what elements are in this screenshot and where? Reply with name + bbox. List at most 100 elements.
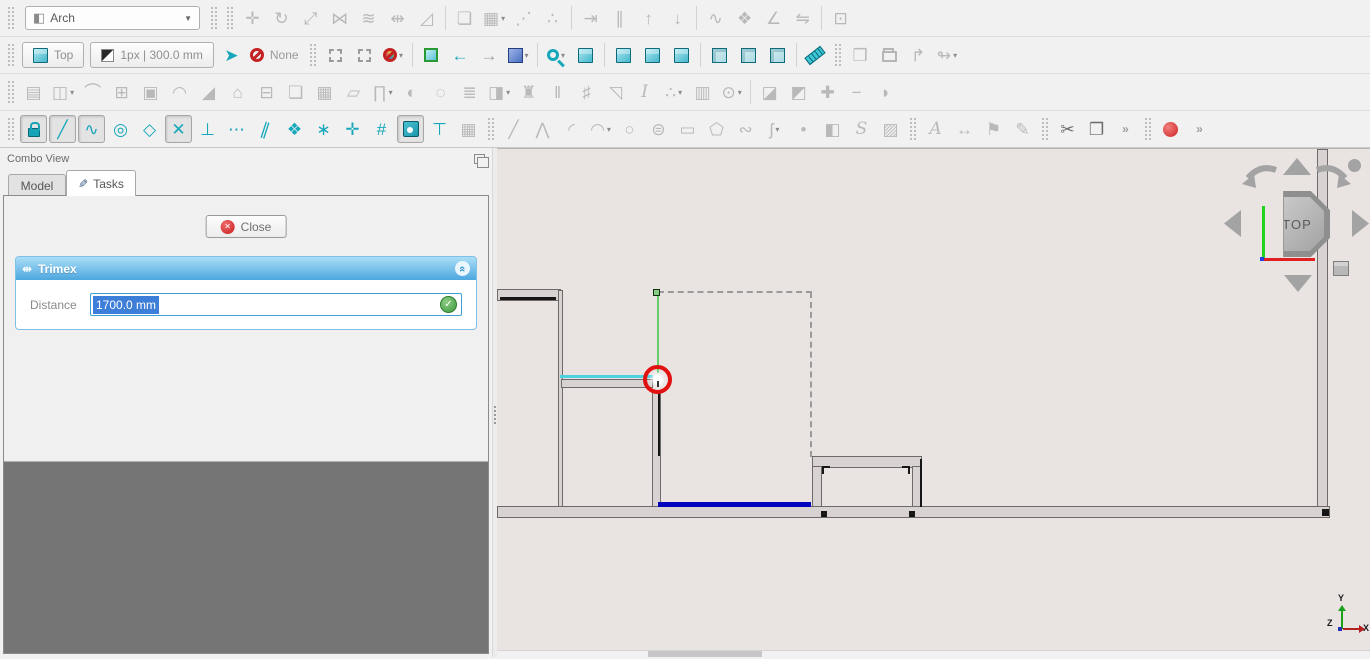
move-button[interactable]: ✛ [239, 4, 266, 32]
nav-rotate-left-icon[interactable] [1242, 164, 1280, 192]
tab-model[interactable]: Model [8, 174, 66, 196]
circle-button[interactable]: ○ [616, 115, 643, 143]
snap-extension-button[interactable]: ⋯ [223, 115, 250, 143]
snap-ortho-button[interactable]: ✛ [339, 115, 366, 143]
join-button[interactable]: ⇥ [577, 4, 604, 32]
autogroup-button[interactable] [247, 41, 267, 69]
point-button[interactable]: • [790, 115, 817, 143]
schedule-button[interactable]: ▥ [689, 78, 716, 106]
stretch-button[interactable]: ◿ [413, 4, 440, 32]
draft-toggle-button[interactable]: ▾ [380, 41, 407, 69]
building-part-button[interactable]: ◠ [166, 78, 193, 106]
bezier-dropdown-arrow[interactable]: ▾ [775, 125, 779, 134]
wall-button[interactable]: ▤ [20, 78, 47, 106]
material-button[interactable]: ∴▾ [660, 78, 687, 106]
roof-button[interactable]: ◢ [195, 78, 222, 106]
working-plane-button[interactable]: Top [22, 42, 84, 68]
export-options-button[interactable]: ↬▾ [934, 41, 961, 69]
cut-plane-button[interactable]: ◪ [756, 78, 783, 106]
snap-parallel-button[interactable]: ∥ [252, 115, 279, 143]
add-component-button[interactable]: ✚ [814, 78, 841, 106]
label-button[interactable]: ⚑ [980, 115, 1007, 143]
arc-dropdown-arrow[interactable]: ▾ [607, 125, 611, 134]
axis-system-button[interactable]: ◌ [427, 78, 454, 106]
wall-segment[interactable] [558, 290, 563, 507]
slope-button[interactable]: ∠ [760, 4, 787, 32]
structure-button[interactable]: ◫▾ [49, 78, 77, 106]
pipe-dropdown-arrow[interactable]: ▾ [738, 88, 742, 97]
material-dropdown-arrow[interactable]: ▾ [678, 88, 682, 97]
mirror-button[interactable]: ⋈ [326, 4, 353, 32]
facebinder-button[interactable]: ◧ [819, 115, 846, 143]
document-tab[interactable] [648, 651, 762, 657]
curtain-wall-button[interactable]: ⊞ [108, 78, 135, 106]
toolbar-grip[interactable] [211, 7, 217, 29]
polyline-button[interactable]: ⋀ [529, 115, 556, 143]
layer-button[interactable]: ⊡ [827, 4, 854, 32]
arc-button[interactable]: ◠▾ [587, 115, 614, 143]
shapestring-button[interactable]: S [848, 115, 875, 143]
snap-midpoint-button[interactable]: ∿ [78, 115, 105, 143]
toolbar-overflow-2-button[interactable]: » [1186, 115, 1213, 143]
pipe-button[interactable]: ⊙▾ [718, 78, 745, 106]
bspline-button[interactable]: ∾ [732, 115, 759, 143]
collapse-section-button[interactable]: « [455, 261, 470, 276]
profile-button[interactable]: I [631, 78, 658, 106]
stairs-button[interactable]: ≣ [456, 78, 483, 106]
toolbar-grip[interactable] [8, 81, 14, 103]
offset-button[interactable]: ≋ [355, 4, 382, 32]
nav-arrow-right[interactable] [1352, 210, 1369, 237]
toolbar-grip[interactable] [227, 7, 233, 29]
rotate-button[interactable]: ↻ [268, 4, 295, 32]
navigation-cube[interactable]: TOP [1264, 191, 1330, 257]
snap-near-button[interactable]: ∗ [310, 115, 337, 143]
panel-button[interactable]: ▱ [340, 78, 367, 106]
cut-button[interactable]: ✂ [1054, 115, 1081, 143]
snap-perpendicular-button[interactable]: ⊥ [194, 115, 221, 143]
array-button[interactable]: ▦▾ [480, 4, 508, 32]
scale-button[interactable]: ⤢ [297, 4, 324, 32]
open-folder-button[interactable] [876, 41, 903, 69]
distance-input[interactable]: 1700.0 mm ✓ [90, 293, 462, 316]
snap-dimensions-button[interactable]: ⊤ [426, 115, 453, 143]
upgrade-button[interactable]: ↑ [635, 4, 662, 32]
add-to-construction-button[interactable]: ➤ [218, 41, 245, 69]
toolbar-grip[interactable] [8, 44, 14, 66]
fence-button[interactable]: ♯ [573, 78, 600, 106]
toolbar-overflow-button[interactable]: » [1112, 115, 1139, 143]
opening-dropdown-arrow[interactable]: ▾ [506, 88, 510, 97]
toolbar-grip[interactable] [910, 118, 916, 140]
space-button[interactable]: ❏ [282, 78, 309, 106]
close-button[interactable]: ✕ Close [206, 215, 287, 238]
nav-forward-button[interactable]: → [476, 41, 503, 69]
axis-button[interactable]: ◐ [398, 78, 425, 106]
text-button[interactable]: A [922, 115, 949, 143]
toolbar-grip[interactable] [1042, 118, 1048, 140]
frame-dropdown-arrow[interactable]: ▾ [389, 88, 393, 97]
ellipse-button[interactable]: ⊜ [645, 115, 672, 143]
remove-component-button[interactable]: − [843, 78, 870, 106]
snap-grid-button[interactable]: # [368, 115, 395, 143]
cut-line-button[interactable]: ◩ [785, 78, 812, 106]
frame-button[interactable]: ∏▾ [369, 78, 396, 106]
view-bottom-button[interactable] [735, 41, 762, 69]
downgrade-button[interactable]: ↓ [664, 4, 691, 32]
3d-viewport[interactable]: TOP Y Z X [497, 148, 1370, 657]
draft-toggle-dropdown-arrow[interactable]: ▾ [399, 51, 403, 60]
view-axonometric-button[interactable] [572, 41, 599, 69]
export-button[interactable]: ↱ [905, 41, 932, 69]
toolbar-grip[interactable] [8, 118, 14, 140]
fillet-button[interactable]: ◜ [558, 115, 585, 143]
nav-arrow-down[interactable] [1284, 275, 1312, 292]
nav-arrow-left[interactable] [1224, 210, 1241, 237]
toolbar-grip[interactable] [488, 118, 494, 140]
tab-tasks[interactable]: ✎ Tasks [66, 170, 136, 196]
measure-button[interactable] [802, 41, 829, 69]
select-plane-button[interactable] [322, 41, 349, 69]
nav-rotate-right-icon[interactable] [1313, 164, 1351, 192]
truss-button[interactable]: ◹ [602, 78, 629, 106]
zoom-fit-button[interactable]: ▾ [543, 41, 570, 69]
wall-segment[interactable] [812, 466, 822, 507]
flip-direction-button[interactable]: ⇋ [789, 4, 816, 32]
rebar-button[interactable]: ⌒ [79, 78, 106, 106]
